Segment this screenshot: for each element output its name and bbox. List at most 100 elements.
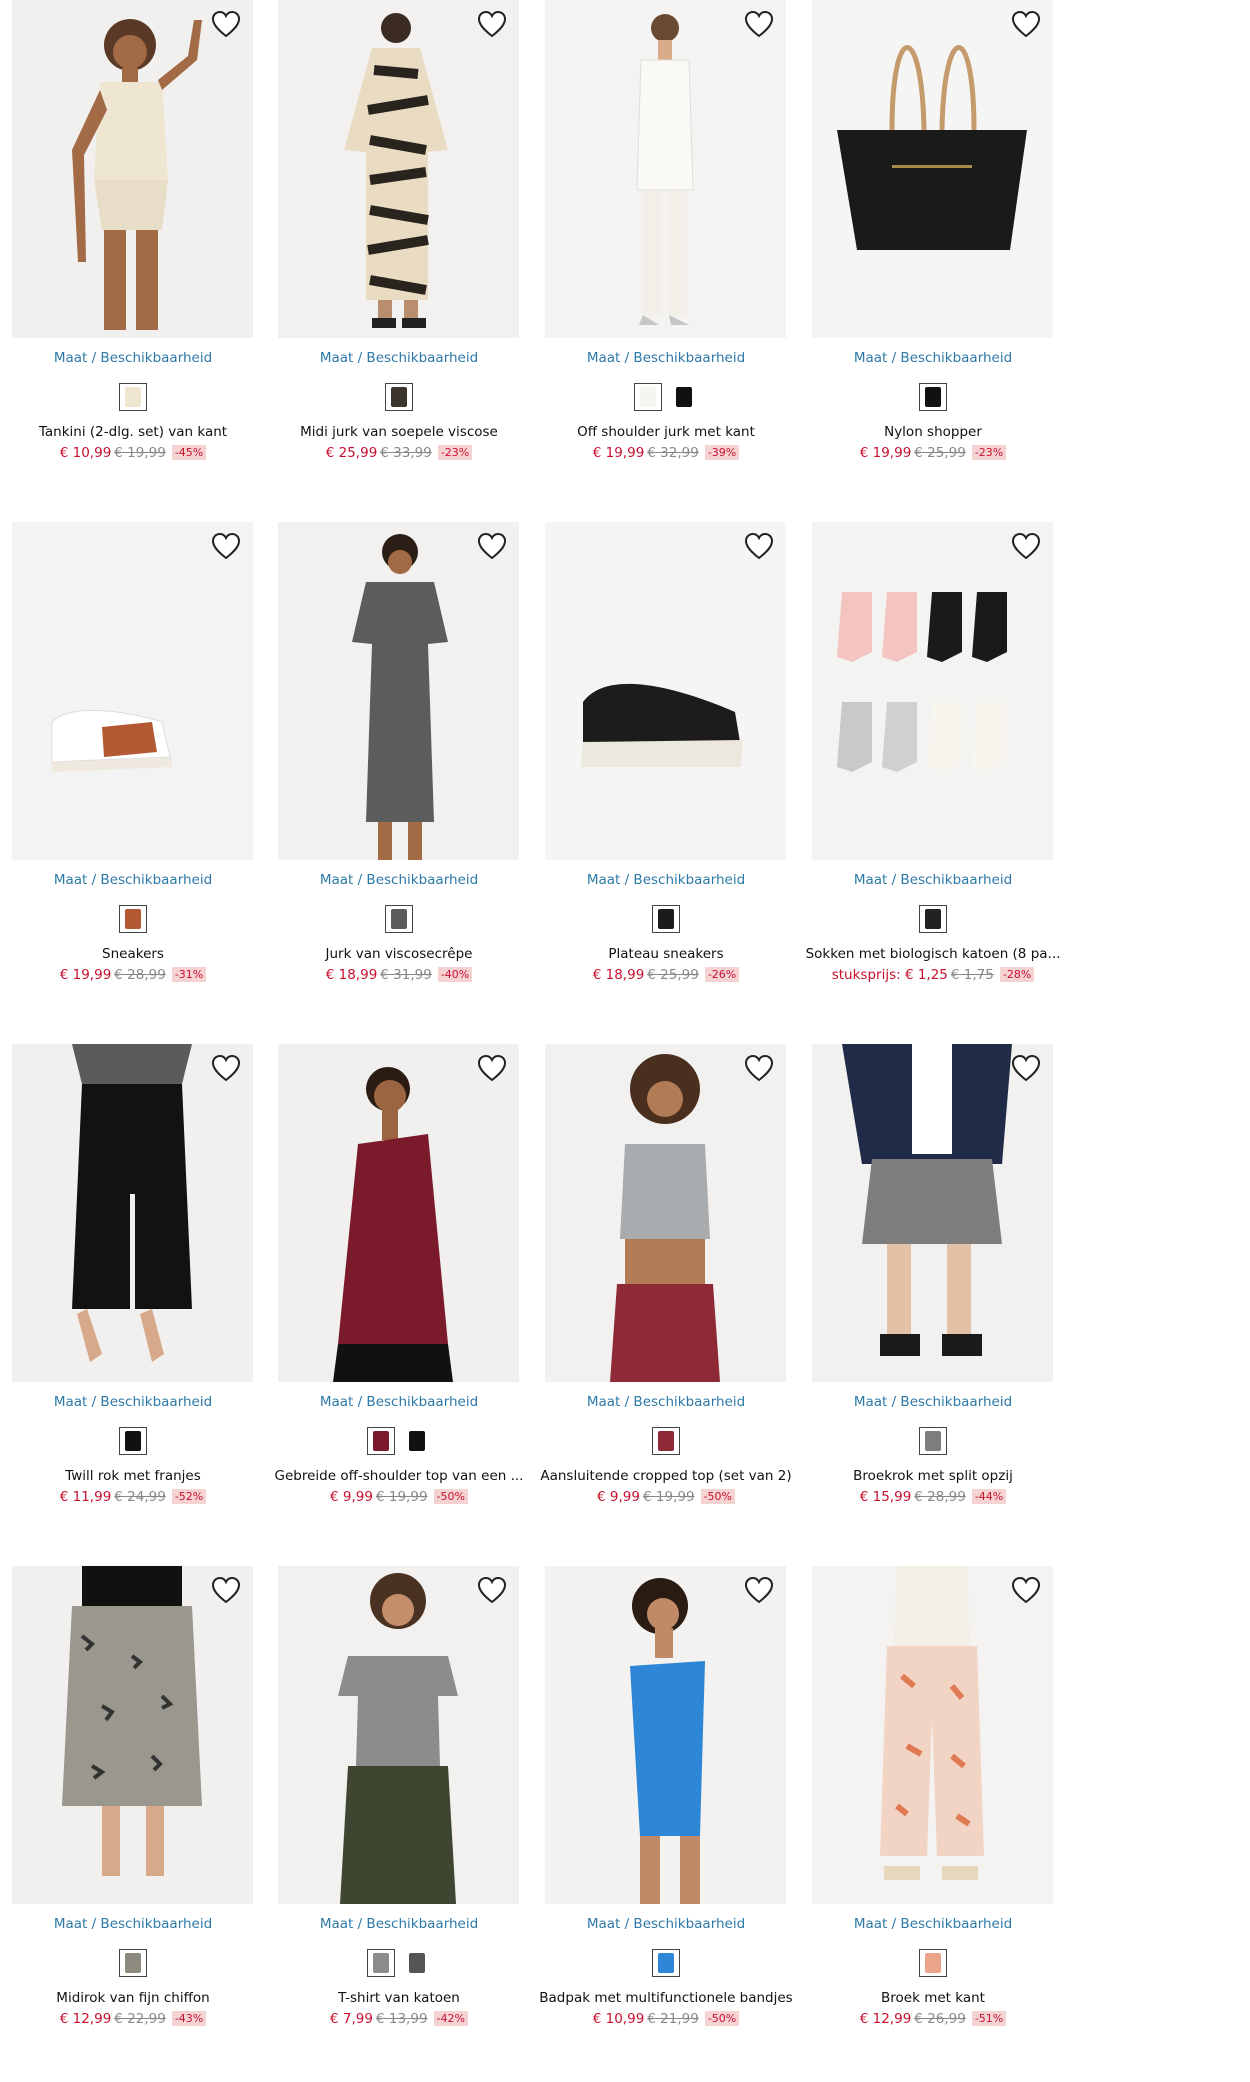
product-image[interactable] [278,1044,519,1382]
wishlist-heart-icon[interactable] [477,1576,507,1604]
size-availability-link[interactable]: Maat / Beschikbaarheid [800,872,1066,888]
size-availability-link[interactable]: Maat / Beschikbaarheid [266,1394,532,1410]
color-swatch[interactable] [919,1427,947,1455]
wishlist-heart-icon[interactable] [1011,1054,1041,1082]
size-availability-link[interactable]: Maat / Beschikbaarheid [800,1916,1066,1932]
product-name[interactable]: Tankini (2-dlg. set) van kant [0,424,266,440]
product-name[interactable]: Midi jurk van soepele viscose [266,424,532,440]
size-availability-link[interactable]: Maat / Beschikbaarheid [800,350,1066,366]
color-swatches [266,905,532,933]
size-availability-link[interactable]: Maat / Beschikbaarheid [533,1394,799,1410]
wishlist-heart-icon[interactable] [744,532,774,560]
size-availability-link[interactable]: Maat / Beschikbaarheid [266,1916,532,1932]
size-availability-link[interactable]: Maat / Beschikbaarheid [266,872,532,888]
product-card[interactable]: Maat / Beschikbaarheid Broekrok met spli… [800,1044,1066,1544]
product-name[interactable]: Twill rok met franjes [0,1468,266,1484]
product-card[interactable]: Maat / Beschikbaarheid Midi jurk van soe… [266,0,532,500]
color-swatch[interactable] [403,1949,431,1977]
wishlist-heart-icon[interactable] [211,10,241,38]
product-image[interactable] [12,1566,253,1904]
size-availability-link[interactable]: Maat / Beschikbaarheid [0,350,266,366]
product-image[interactable] [278,1566,519,1904]
product-card[interactable]: Maat / Beschikbaarheid Gebreide off-shou… [266,1044,532,1544]
product-card[interactable]: Maat / Beschikbaarheid Off shoulder jurk… [533,0,799,500]
size-availability-link[interactable]: Maat / Beschikbaarheid [800,1394,1066,1410]
product-name[interactable]: Badpak met multifunctionele bandjes [533,1990,799,2006]
product-name[interactable]: Nylon shopper [800,424,1066,440]
color-swatch[interactable] [367,1949,395,1977]
color-swatch[interactable] [652,1427,680,1455]
wishlist-heart-icon[interactable] [211,1576,241,1604]
product-card[interactable]: Maat / Beschikbaarheid Sneakers € 19,99 €… [0,522,266,1022]
product-card[interactable]: Maat / Beschikbaarheid Badpak met multif… [533,1566,799,2066]
product-card[interactable]: Maat / Beschikbaarheid Nylon shopper € 1… [800,0,1066,500]
color-swatch[interactable] [652,905,680,933]
wishlist-heart-icon[interactable] [211,1054,241,1082]
color-swatch[interactable] [670,383,698,411]
product-image[interactable] [812,1044,1053,1382]
product-card[interactable]: Maat / Beschikbaarheid Twill rok met fra… [0,1044,266,1544]
product-card[interactable]: Maat / Beschikbaarheid Tankini (2-dlg. s… [0,0,266,500]
product-image[interactable] [812,522,1053,860]
color-swatch[interactable] [919,383,947,411]
color-swatch[interactable] [119,1949,147,1977]
product-card[interactable]: Maat / Beschikbaarheid Jurk van viscosec… [266,522,532,1022]
wishlist-heart-icon[interactable] [1011,532,1041,560]
product-card[interactable]: Maat / Beschikbaarheid Aansluitende crop… [533,1044,799,1544]
size-availability-link[interactable]: Maat / Beschikbaarheid [533,872,799,888]
wishlist-heart-icon[interactable] [744,1054,774,1082]
product-image[interactable] [545,522,786,860]
size-availability-link[interactable]: Maat / Beschikbaarheid [0,1916,266,1932]
product-name[interactable]: Gebreide off-shoulder top van een ... [266,1468,532,1484]
size-availability-link[interactable]: Maat / Beschikbaarheid [266,350,532,366]
product-card[interactable]: Maat / Beschikbaarheid Sokken met biolog… [800,522,1066,1022]
product-name[interactable]: Sneakers [0,946,266,962]
wishlist-heart-icon[interactable] [211,532,241,560]
size-availability-link[interactable]: Maat / Beschikbaarheid [533,1916,799,1932]
product-name[interactable]: Midirok van fijn chiffon [0,1990,266,2006]
product-name[interactable]: T-shirt van katoen [266,1990,532,2006]
color-swatch[interactable] [367,1427,395,1455]
wishlist-heart-icon[interactable] [477,10,507,38]
product-name[interactable]: Aansluitende cropped top (set van 2) [533,1468,799,1484]
color-swatch[interactable] [403,1427,431,1455]
color-swatch[interactable] [385,383,413,411]
product-name[interactable]: Sokken met biologisch katoen (8 pa... [800,946,1066,962]
product-name[interactable]: Off shoulder jurk met kant [533,424,799,440]
product-image[interactable] [545,1566,786,1904]
color-swatch[interactable] [119,905,147,933]
product-image[interactable] [278,0,519,338]
size-availability-link[interactable]: Maat / Beschikbaarheid [0,872,266,888]
product-card[interactable]: Maat / Beschikbaarheid Midirok van fijn … [0,1566,266,2066]
color-swatch[interactable] [652,1949,680,1977]
color-swatch[interactable] [919,1949,947,1977]
product-name[interactable]: Plateau sneakers [533,946,799,962]
product-image[interactable] [12,0,253,338]
product-image[interactable] [278,522,519,860]
color-swatch[interactable] [634,383,662,411]
product-name[interactable]: Broek met kant [800,1990,1066,2006]
product-image[interactable] [812,1566,1053,1904]
product-name[interactable]: Jurk van viscosecrêpe [266,946,532,962]
wishlist-heart-icon[interactable] [477,532,507,560]
product-image[interactable] [812,0,1053,338]
wishlist-heart-icon[interactable] [1011,10,1041,38]
product-name[interactable]: Broekrok met split opzij [800,1468,1066,1484]
color-swatch[interactable] [919,905,947,933]
product-image[interactable] [545,1044,786,1382]
color-swatch[interactable] [385,905,413,933]
product-image[interactable] [12,522,253,860]
product-image[interactable] [545,0,786,338]
product-card[interactable]: Maat / Beschikbaarheid Plateau sneakers … [533,522,799,1022]
color-swatch[interactable] [119,1427,147,1455]
product-image[interactable] [12,1044,253,1382]
size-availability-link[interactable]: Maat / Beschikbaarheid [0,1394,266,1410]
color-swatch[interactable] [119,383,147,411]
wishlist-heart-icon[interactable] [744,1576,774,1604]
wishlist-heart-icon[interactable] [1011,1576,1041,1604]
wishlist-heart-icon[interactable] [744,10,774,38]
size-availability-link[interactable]: Maat / Beschikbaarheid [533,350,799,366]
product-card[interactable]: Maat / Beschikbaarheid Broek met kant € … [800,1566,1066,2066]
wishlist-heart-icon[interactable] [477,1054,507,1082]
product-card[interactable]: Maat / Beschikbaarheid T-shirt van katoe… [266,1566,532,2066]
